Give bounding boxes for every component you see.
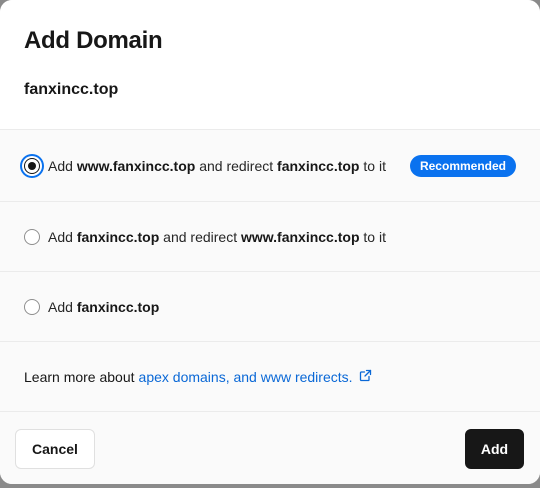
add-domain-dialog: Add Domain fanxincc.top Add www.fanxincc… (0, 0, 540, 484)
option-label: Add www.fanxincc.top and redirect fanxin… (48, 157, 386, 174)
radio-button-selected[interactable] (24, 157, 40, 174)
domain-name: fanxincc.top (24, 81, 119, 98)
learn-more-text: Learn more about (24, 368, 135, 385)
radio-button[interactable] (24, 228, 40, 245)
dialog-title: Add Domain (24, 27, 163, 54)
apex-domains-link[interactable]: apex domains, and www redirects. (139, 369, 372, 385)
dialog-footer: Cancel Add (0, 412, 540, 484)
link-label: apex domains, and www redirects. (138, 368, 353, 385)
redirect-options: Add www.fanxincc.top and redirect fanxin… (0, 130, 540, 342)
recommended-badge: Recommended (409, 154, 516, 177)
option-add-apex-redirect-www[interactable]: Add fanxincc.top and redirect www.fanxin… (0, 202, 540, 272)
radio-button[interactable] (24, 298, 40, 315)
option-add-apex-only[interactable]: Add fanxincc.top (0, 272, 540, 342)
dialog-header: Add Domain fanxincc.top (0, 0, 540, 130)
external-link-icon (359, 369, 372, 385)
add-button[interactable]: Add (465, 429, 524, 469)
option-label: Add fanxincc.top and redirect www.fanxin… (48, 228, 386, 245)
option-label: Add fanxincc.top (48, 298, 160, 315)
learn-more-row: Learn more about apex domains, and www r… (0, 342, 540, 412)
cancel-button[interactable]: Cancel (15, 429, 95, 469)
option-add-www-redirect-apex[interactable]: Add www.fanxincc.top and redirect fanxin… (0, 130, 540, 202)
